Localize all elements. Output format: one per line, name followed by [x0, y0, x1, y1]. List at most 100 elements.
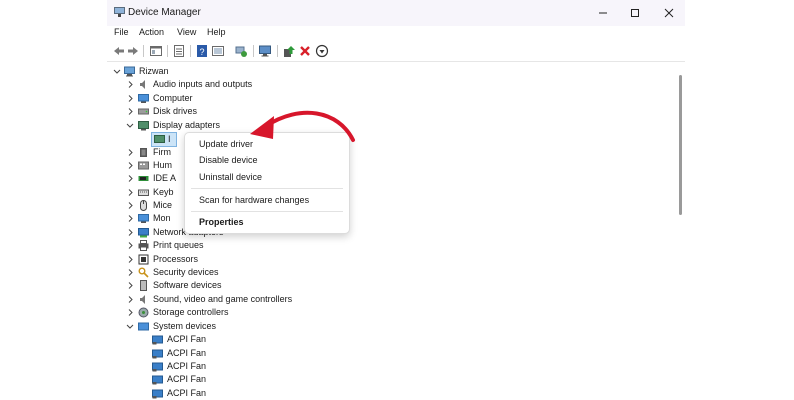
tree-item-acpi-fan[interactable]: ACPI Fan: [107, 333, 407, 346]
monitor-icon[interactable]: [258, 44, 272, 58]
chevron-right-icon[interactable]: [126, 253, 134, 266]
toolbar: ?: [107, 41, 685, 62]
sound-icon: [140, 295, 145, 304]
uninstall-device-menu-item[interactable]: Uninstall device: [199, 172, 262, 182]
tree-item-computer[interactable]: Computer: [107, 92, 407, 105]
title-bar: Device Manager: [107, 0, 685, 26]
tree-item-label: ACPI Fan: [167, 374, 207, 384]
tree-item-hid[interactable]: Hum: [107, 159, 187, 172]
tree-item-software[interactable]: Software devices: [107, 279, 407, 292]
tree-item-keyboard[interactable]: Keyb: [107, 186, 187, 199]
menu-view[interactable]: View: [177, 27, 196, 37]
tree-item-label: Computer: [153, 93, 193, 103]
chevron-right-icon[interactable]: [126, 172, 134, 185]
tree-item-storage[interactable]: Storage controllers: [107, 306, 407, 319]
tree-item-acpi-fan[interactable]: ACPI Fan: [107, 347, 407, 360]
tree-item-acpi-fan[interactable]: ACPI Fan: [107, 373, 407, 386]
computer-icon: [138, 94, 149, 103]
disk-icon: [138, 108, 149, 115]
tree-root[interactable]: Rizwan: [107, 65, 407, 78]
disable-icon[interactable]: [315, 44, 329, 58]
chevron-right-icon[interactable]: [126, 146, 134, 159]
tree-item-label: Processors: [153, 254, 199, 264]
tree-item-display-adapter-selected[interactable]: I: [151, 132, 177, 147]
tree-item-label: Sound, video and game controllers: [153, 294, 293, 304]
close-button[interactable]: [653, 2, 685, 24]
keyboard-icon: [138, 189, 149, 196]
tree-item-label: IDE A: [153, 173, 177, 183]
menu-bar: File Action View Help: [107, 26, 685, 41]
chevron-right-icon[interactable]: [126, 186, 134, 199]
chevron-right-icon[interactable]: [126, 212, 134, 225]
chevron-down-icon[interactable]: [126, 320, 134, 333]
tree-item-sound[interactable]: Sound, video and game controllers: [107, 293, 407, 306]
tree-item-label: Security devices: [153, 267, 219, 277]
disable-device-menu-item[interactable]: Disable device: [199, 155, 258, 165]
tree-item-label: Software devices: [153, 280, 222, 290]
monitor-icon: [138, 214, 149, 223]
tree-item-display-adapters[interactable]: Display adapters: [107, 119, 407, 132]
tree-item-print-queues[interactable]: Print queues: [107, 239, 407, 252]
tree-item-system-devices[interactable]: System devices: [107, 320, 407, 333]
menu-action[interactable]: Action: [139, 27, 164, 37]
tree-item-label: Print queues: [153, 240, 204, 250]
chevron-down-icon[interactable]: [113, 65, 121, 78]
tree-item-label: Hum: [153, 160, 173, 170]
tree-item-firmware[interactable]: Firm: [107, 146, 187, 159]
tree-item-label: Firm: [153, 147, 171, 157]
chevron-right-icon[interactable]: [126, 78, 134, 91]
chevron-right-icon[interactable]: [126, 293, 134, 306]
minimize-button[interactable]: [587, 2, 619, 24]
chevron-right-icon[interactable]: [126, 199, 134, 212]
tree-item-processors[interactable]: Processors: [107, 253, 407, 266]
tree-item-monitors[interactable]: Mon: [107, 212, 187, 225]
scan-hardware-icon[interactable]: [234, 44, 248, 58]
tree-item-label: ACPI Fan: [167, 361, 207, 371]
security-icon: [138, 267, 149, 278]
show-hidden-icon[interactable]: [172, 44, 186, 58]
context-menu-separator: [191, 188, 343, 189]
maximize-icon: [631, 9, 639, 17]
forward-arrow-icon[interactable]: [126, 44, 140, 58]
scan-icon[interactable]: [211, 44, 225, 58]
tree-item-acpi-fan[interactable]: ACPI Fan: [107, 387, 407, 400]
tree-item-label: Audio inputs and outputs: [153, 79, 253, 89]
help-icon[interactable]: ?: [195, 44, 209, 58]
chevron-right-icon[interactable]: [126, 306, 134, 319]
uninstall-icon[interactable]: [298, 44, 312, 58]
tree-item-ide[interactable]: IDE A: [107, 172, 187, 185]
chevron-right-icon[interactable]: [126, 159, 134, 172]
scan-hardware-menu-item[interactable]: Scan for hardware changes: [199, 195, 309, 205]
tree-item-mice[interactable]: Mice: [107, 199, 187, 212]
vertical-scrollbar[interactable]: [679, 75, 682, 215]
tree-item-label: System devices: [153, 321, 217, 331]
back-arrow-icon[interactable]: [112, 44, 126, 58]
tree-item-label: Display adapters: [153, 120, 221, 130]
chevron-right-icon[interactable]: [126, 239, 134, 252]
ide-icon: [138, 176, 149, 181]
chevron-right-icon[interactable]: [126, 266, 134, 279]
chevron-right-icon[interactable]: [126, 105, 134, 118]
update-driver-icon[interactable]: [282, 44, 296, 58]
properties-menu-item[interactable]: Properties: [199, 217, 244, 227]
tree-item-security[interactable]: Security devices: [107, 266, 407, 279]
chevron-right-icon[interactable]: [126, 226, 134, 239]
chevron-right-icon[interactable]: [126, 279, 134, 292]
system-device-icon: [152, 375, 163, 385]
update-driver-menu-item[interactable]: Update driver: [199, 139, 253, 149]
toolbar-separator: [190, 45, 191, 57]
chevron-right-icon[interactable]: [126, 92, 134, 105]
system-device-icon: [152, 349, 163, 359]
menu-help[interactable]: Help: [207, 27, 226, 37]
properties-icon[interactable]: [149, 44, 163, 58]
tree-item-label: Mon: [153, 213, 171, 223]
close-icon: [664, 8, 674, 18]
tree-item-disk[interactable]: Disk drives: [107, 105, 407, 118]
tree-item-audio[interactable]: Audio inputs and outputs: [107, 78, 407, 91]
tree-item-acpi-fan[interactable]: ACPI Fan: [107, 360, 407, 373]
menu-file[interactable]: File: [114, 27, 129, 37]
maximize-button[interactable]: [619, 2, 651, 24]
speaker-icon: [140, 80, 145, 89]
context-menu-separator: [191, 211, 343, 212]
chevron-down-icon[interactable]: [126, 119, 134, 132]
